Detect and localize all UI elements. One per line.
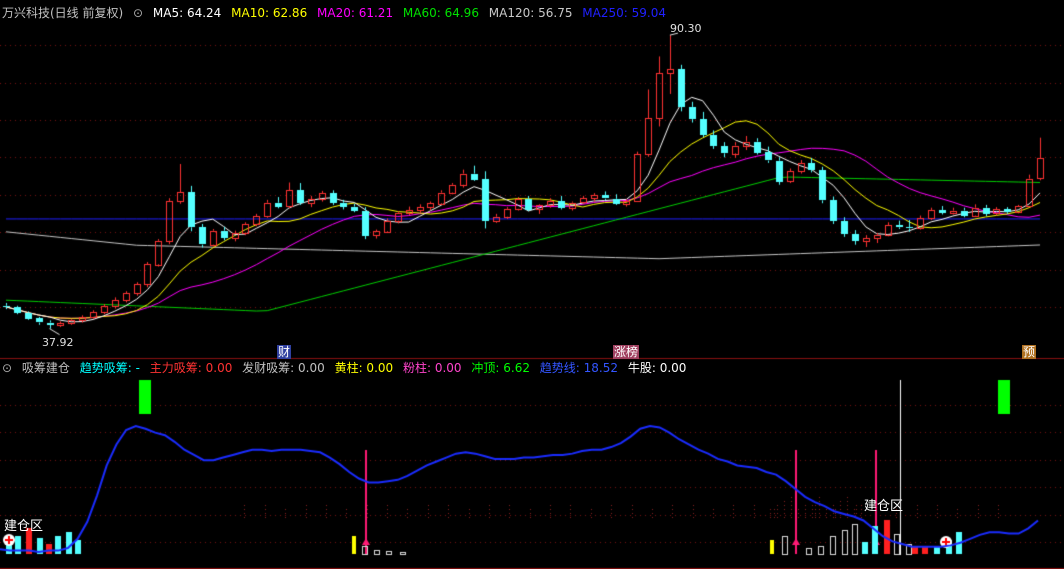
ma60-label: MA60: 64.96 <box>402 6 479 20</box>
event-marker-zhangbang[interactable]: 涨榜 <box>613 345 640 359</box>
ma10-label: MA10: 62.86 <box>231 6 308 20</box>
zone-label-left: 建仓区 <box>4 519 44 534</box>
indicator-title: 吸筹建仓 <box>21 361 70 375</box>
indicator-header: ⊙ 吸筹建仓 趋势吸筹: - 主力吸筹: 0.00 发财吸筹: 0.00 黄柱:… <box>2 359 692 377</box>
ind-trend-absorb: 趋势吸筹: - <box>79 361 140 375</box>
ma250-label: MA250: 59.04 <box>582 6 666 20</box>
ind-main-absorb: 主力吸筹: 0.00 <box>149 361 233 375</box>
ind-bull-stock: 牛股: 0.00 <box>627 361 687 375</box>
indicator-collapse-icon[interactable]: ⊙ <box>2 361 12 375</box>
price-header: 万兴科技(日线 前复权) ⊙ MA5: 64.24 MA10: 62.86 MA… <box>2 4 672 22</box>
low-price-label: 37.92 <box>42 336 74 349</box>
ma20-label: MA20: 61.21 <box>317 6 394 20</box>
kline-chart-canvas[interactable] <box>0 0 1064 569</box>
stock-title: 万兴科技(日线 前复权) <box>2 6 124 20</box>
event-marker-yu[interactable]: 预 <box>1022 345 1037 359</box>
ind-pink-bar: 粉柱: 0.00 <box>402 361 462 375</box>
event-marker-cai[interactable]: 财 <box>277 345 292 359</box>
ma120-label: MA120: 56.75 <box>488 6 573 20</box>
ind-top-rush: 冲顶: 6.62 <box>471 361 530 375</box>
ind-wealth-absorb: 发财吸筹: 0.00 <box>242 361 325 375</box>
ind-yellow-bar: 黄柱: 0.00 <box>334 361 394 375</box>
ind-trend-line: 趋势线: 18.52 <box>539 361 619 375</box>
high-price-label: 90.30 <box>670 22 702 35</box>
ma5-label: MA5: 64.24 <box>152 6 222 20</box>
collapse-icon[interactable]: ⊙ <box>133 6 143 20</box>
zone-label-right: 建仓区 <box>864 499 904 514</box>
